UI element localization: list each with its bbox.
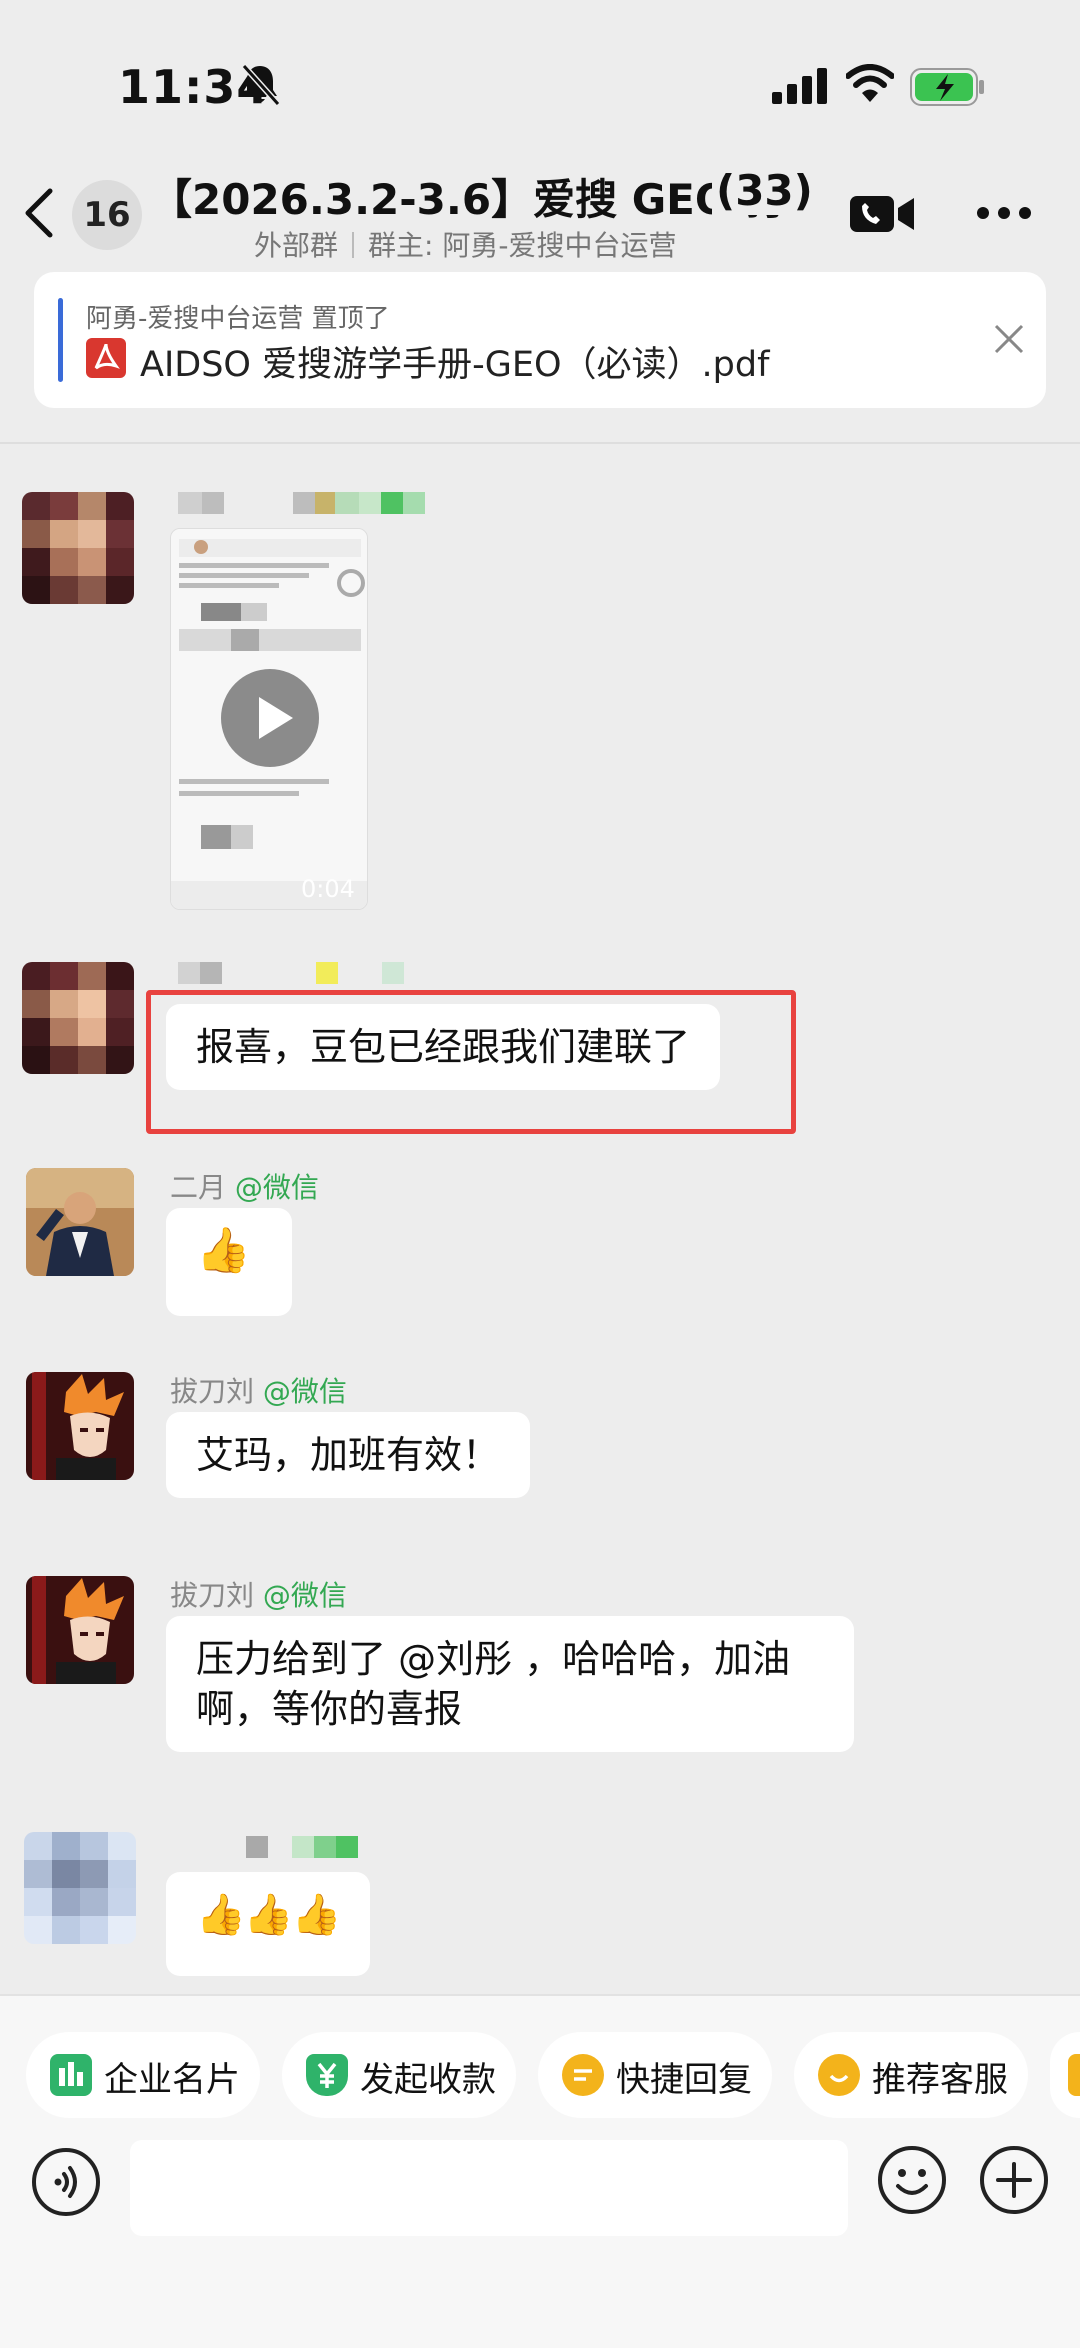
video-message[interactable]: 0:04	[170, 528, 368, 910]
unread-count-badge[interactable]: 16	[72, 180, 142, 250]
pinned-file-name: AIDSO 爱搜游学手册-GEO（必读）.pdf	[140, 345, 770, 385]
chat-subtitle: 外部群 群主: 阿勇-爱搜中台运营	[254, 224, 676, 264]
message-bubble[interactable]: 👍👍👍	[166, 1872, 370, 1976]
wifi-icon	[846, 64, 894, 102]
battery-charging-icon	[910, 68, 984, 106]
sender-name: 拔刀刘 @微信	[170, 1370, 347, 1410]
sender-name: 拔刀刘 @微信	[170, 1574, 347, 1614]
subtitle-separator	[352, 232, 355, 258]
thumbs-up-emoji: 👍👍👍	[196, 1892, 341, 1938]
group-type-label: 外部群	[254, 229, 339, 262]
video-duration: 0:04	[301, 875, 355, 903]
emoji-icon[interactable]	[876, 2144, 948, 2216]
sender-name-text: 二月	[170, 1171, 227, 1204]
video-call-icon[interactable]	[850, 192, 916, 236]
avatar[interactable]	[26, 1168, 134, 1276]
chat-header: 16 【2026.3.2-3.6】爱搜 GEO 打 (33) 外部群 群主: 阿勇…	[0, 160, 1080, 262]
close-icon[interactable]	[990, 320, 1028, 358]
group-owner-label: 群主: 阿勇-爱搜中台运营	[368, 229, 677, 262]
pinned-accent-bar	[58, 298, 63, 382]
wechat-tag: @微信	[234, 1171, 319, 1204]
message-text-line: 压力给到了 @刘彤 ，哈哈哈，加油	[196, 1637, 791, 1681]
quick-action-label: 发起收款	[360, 2060, 496, 2100]
blurred-sender-name	[178, 492, 425, 514]
quick-action-label: 企业名片	[104, 2060, 240, 2100]
pdf-icon	[86, 338, 126, 378]
play-icon[interactable]	[221, 669, 319, 767]
quick-action-recommend-service[interactable]: 推荐客服	[794, 2032, 1028, 2118]
avatar[interactable]	[24, 1832, 136, 1944]
thumbs-up-emoji: 👍	[196, 1225, 251, 1276]
business-card-icon	[50, 2054, 92, 2096]
more-options-icon[interactable]	[976, 206, 1032, 220]
message-bubble[interactable]: 艾玛，加班有效！	[166, 1412, 531, 1498]
avatar[interactable]	[22, 962, 134, 1074]
back-arrow-icon[interactable]	[20, 185, 60, 241]
blurred-sender-name	[246, 1836, 358, 1858]
sender-name-text: 拔刀刘	[170, 1375, 255, 1408]
blurred-sender-name	[178, 962, 404, 984]
message-text-line: 啊，等你的喜报	[196, 1687, 463, 1731]
service-icon	[818, 2054, 860, 2096]
quick-action-business-card[interactable]: 企业名片	[26, 2032, 260, 2118]
avatar[interactable]	[26, 1576, 134, 1684]
pinned-by-label: 阿勇-爱搜中台运营 置顶了	[86, 304, 390, 334]
highlight-box	[146, 990, 796, 1134]
message-input[interactable]	[130, 2140, 848, 2236]
sender-name-text: 拔刀刘	[170, 1579, 255, 1612]
wechat-tag: @微信	[262, 1579, 347, 1612]
sender-name: 二月 @微信	[170, 1166, 319, 1206]
quick-action-more[interactable]	[1050, 2032, 1080, 2118]
quick-action-payment[interactable]: 发起收款	[282, 2032, 516, 2118]
message-bubble[interactable]: 👍	[166, 1208, 292, 1316]
avatar[interactable]	[22, 492, 134, 604]
member-count: (33)	[712, 166, 813, 215]
voice-input-icon[interactable]	[30, 2146, 102, 2218]
wechat-tag: @微信	[262, 1375, 347, 1408]
message-text: 艾玛，加班有效！	[196, 1433, 501, 1477]
bottom-panel: 企业名片 发起收款 快捷回复 推荐客服	[0, 1994, 1080, 2348]
signal-icon	[772, 68, 827, 104]
quick-action-label: 推荐客服	[872, 2060, 1008, 2100]
plus-icon[interactable]	[978, 2144, 1050, 2216]
payment-icon	[306, 2054, 348, 2096]
quick-action-quick-reply[interactable]: 快捷回复	[538, 2032, 772, 2118]
quick-action-label: 快捷回复	[616, 2060, 752, 2100]
more-actions-icon	[1068, 2054, 1080, 2096]
avatar[interactable]	[26, 1372, 134, 1480]
status-bar: 11:34	[0, 0, 1080, 170]
chat-title: 【2026.3.2-3.6】爱搜 GEO 打	[150, 175, 788, 224]
pinned-message[interactable]: 阿勇-爱搜中台运营 置顶了 AIDSO 爱搜游学手册-GEO（必读）.pdf	[34, 272, 1046, 408]
header-divider	[0, 442, 1080, 444]
message-bubble[interactable]: 压力给到了 @刘彤 ，哈哈哈，加油 啊，等你的喜报	[166, 1616, 854, 1752]
mute-bell-icon	[241, 63, 281, 107]
quick-reply-icon	[562, 2054, 604, 2096]
